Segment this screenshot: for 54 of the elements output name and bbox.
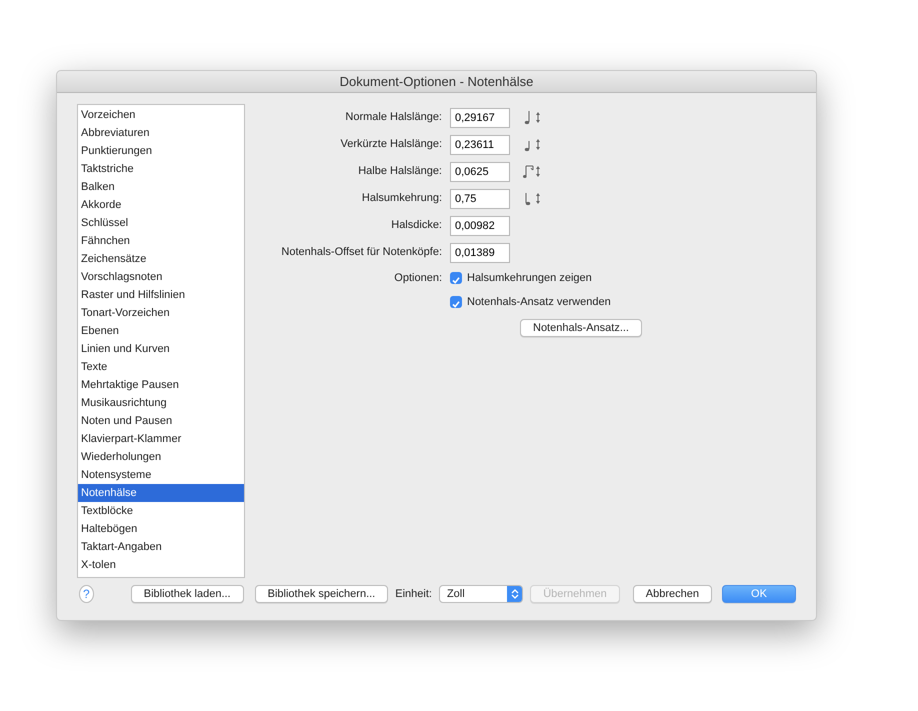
sidebar-item[interactable]: Noten und Pausen	[78, 412, 244, 430]
sidebar-item[interactable]: Musikausrichtung	[78, 394, 244, 412]
checkbox[interactable]: Notenhals-Ansatz verwenden	[450, 290, 611, 314]
number-field[interactable]: 0,23611	[450, 134, 510, 154]
help-button[interactable]: ?	[79, 585, 94, 603]
sidebar-item[interactable]: Linien und Kurven	[78, 340, 244, 358]
sidebar-item[interactable]: Taktstriche	[78, 160, 244, 178]
sidebar-item[interactable]: Raster und Hilfslinien	[78, 286, 244, 304]
sidebar-item[interactable]: Texte	[78, 358, 244, 376]
field-label: Halbe Halslänge:	[358, 164, 442, 180]
cancel-button[interactable]: Abbrechen	[632, 585, 712, 603]
window-title: Dokument-Optionen - Notenhälse	[340, 73, 534, 91]
number-field[interactable]: 0,75	[450, 188, 510, 208]
field-label: Halsdicke:	[391, 218, 442, 234]
sidebar-item[interactable]: Haltebögen	[78, 520, 244, 538]
field-label: Verkürzte Halslänge:	[340, 137, 442, 152]
unit-select[interactable]: Zoll	[438, 585, 524, 603]
sidebar-item[interactable]: Vorschlagsnoten	[78, 268, 244, 286]
sidebar-item[interactable]: Vorzeichen	[78, 106, 244, 124]
chevron-icon	[510, 588, 519, 600]
sidebar-item[interactable]: Fähnchen	[78, 232, 244, 250]
sidebar-item[interactable]: Ebenen	[78, 322, 244, 340]
sidebar-item[interactable]: Mehrtaktige Pausen	[78, 376, 244, 394]
note-stem-icon	[523, 110, 541, 125]
sidebar-item[interactable]: Tonart-Vorzeichen	[78, 304, 244, 322]
field-label: Halsumkehrung:	[362, 191, 442, 206]
stem-attachment-button[interactable]: Notenhals-Ansatz...	[520, 318, 642, 336]
library-button[interactable]: Bibliothek speichern...	[254, 585, 388, 603]
sidebar-item[interactable]: Abbreviaturen	[78, 124, 244, 142]
note-stem-icon	[523, 137, 541, 152]
number-field[interactable]: 0,0625	[450, 162, 510, 182]
number-field[interactable]: 0,01389	[450, 242, 510, 262]
sidebar-item[interactable]: Textblöcke	[78, 502, 244, 520]
sidebar-item[interactable]: Notenhälse	[78, 484, 244, 502]
sidebar-item[interactable]: Schlüssel	[78, 214, 244, 232]
stem-down-icon	[523, 191, 541, 206]
sidebar-item[interactable]: Akkorde	[78, 196, 244, 214]
sidebar-item[interactable]: Klavierpart-Klammer	[78, 430, 244, 448]
field-label: Normale Halslänge:	[345, 110, 442, 126]
library-button[interactable]: Bibliothek laden...	[130, 585, 244, 603]
options-label: Optionen:	[394, 270, 442, 286]
sidebar-item[interactable]: Zeichensätze	[78, 250, 244, 268]
number-field[interactable]: 0,00982	[450, 216, 510, 236]
beamed-note-icon	[523, 164, 541, 179]
unit-label: Einheit:	[395, 586, 432, 602]
sidebar-item[interactable]: X-tolen	[78, 556, 244, 574]
sidebar-item[interactable]: Notensysteme	[78, 466, 244, 484]
sidebar-item[interactable]: Punktierungen	[78, 142, 244, 160]
checkbox[interactable]: Halsumkehrungen zeigen	[450, 266, 592, 290]
sidebar-item[interactable]: Taktart-Angaben	[78, 538, 244, 556]
sidebar-item[interactable]: Wiederholungen	[78, 448, 244, 466]
field-label: Notenhals-Offset für Notenköpfe:	[281, 245, 442, 260]
sidebar-item[interactable]: Balken	[78, 178, 244, 196]
number-field[interactable]: 0,29167	[450, 108, 510, 128]
